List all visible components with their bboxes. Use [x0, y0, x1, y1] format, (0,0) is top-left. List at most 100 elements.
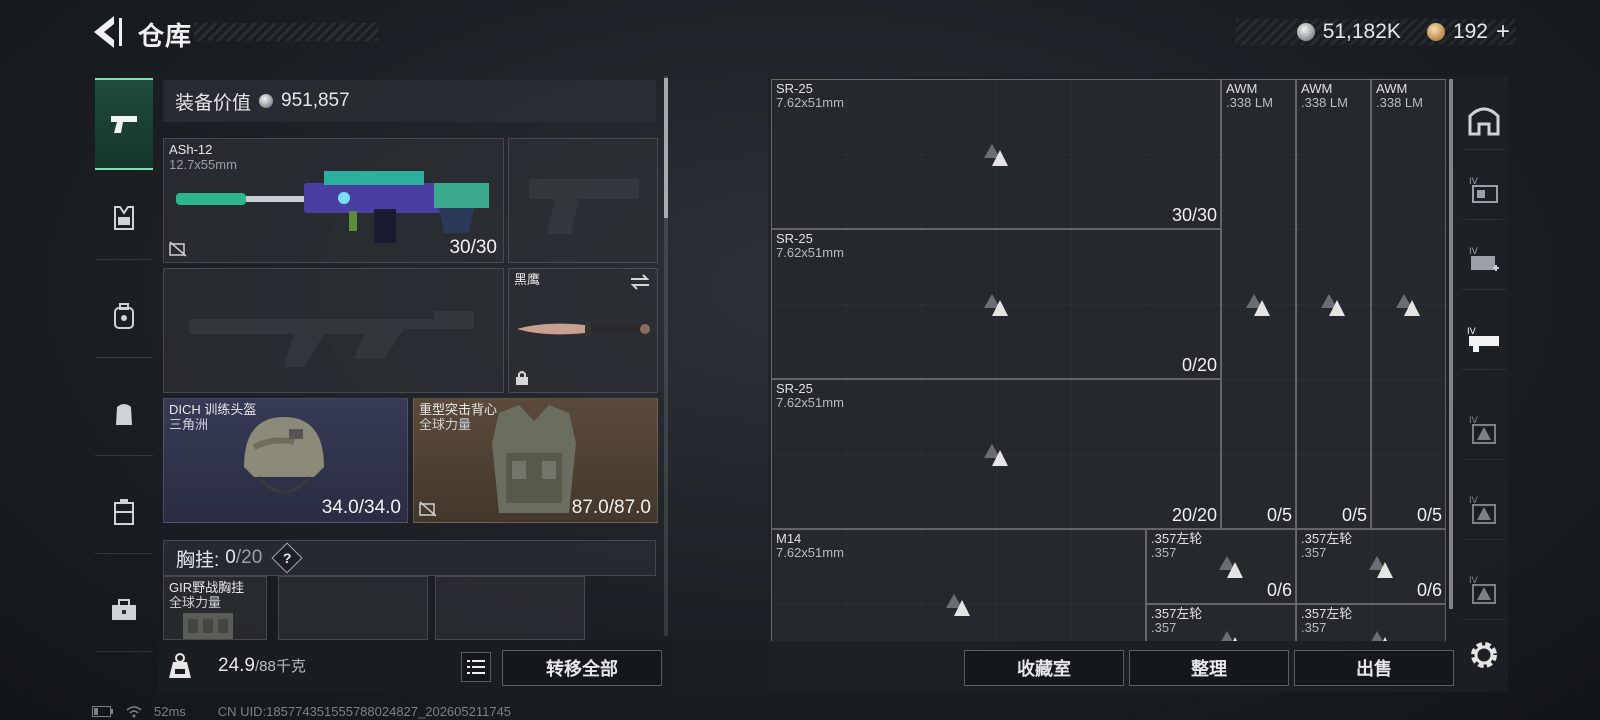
item-name: M14 — [776, 531, 802, 546]
rig-current: 0 — [225, 547, 236, 568]
loadout-scrollbar-thumb[interactable] — [664, 78, 668, 218]
silver-coin-icon — [1296, 23, 1315, 41]
pistol-icon — [111, 116, 137, 133]
gold-coin-icon — [1426, 23, 1445, 41]
storage-tab-4[interactable]: IV — [1462, 400, 1506, 460]
storage-item[interactable]: .357左轮 .357 — [1146, 604, 1296, 641]
ammo-icon — [946, 594, 970, 616]
ammo-icon — [1219, 556, 1243, 578]
ammo-icon — [1221, 631, 1237, 641]
rig-empty-slot[interactable] — [435, 576, 585, 640]
back-arrow-icon[interactable] — [90, 14, 124, 50]
no-insurance-icon — [419, 501, 437, 517]
swap-icon[interactable] — [629, 273, 651, 291]
collection-room-button[interactable]: 收藏室 — [964, 650, 1124, 686]
category-tab-backpack[interactable] — [95, 274, 153, 358]
equipment-value-label: 装备价值 — [175, 92, 252, 114]
wifi-icon — [126, 705, 142, 717]
item-name: .357左轮 — [1301, 531, 1353, 546]
secondary-weapon-slot[interactable] — [163, 268, 504, 393]
rig-empty-slot[interactable] — [278, 576, 428, 640]
item-caliber: .357 — [1151, 620, 1177, 635]
primary-weapon-slot[interactable]: ASh-12 12.7x55mm 30/30 — [163, 138, 504, 263]
list-view-button[interactable] — [461, 652, 491, 682]
sell-button[interactable]: 出售 — [1294, 650, 1454, 686]
transfer-all-button[interactable]: 转移全部 — [502, 650, 662, 686]
item-name: AWM — [1226, 81, 1258, 96]
item-count: 30/30 — [1171, 205, 1217, 225]
item-caliber: 7.62x51mm — [776, 95, 844, 110]
equipment-value-bar: 装备价值 951,857 — [163, 80, 656, 122]
add-currency-button[interactable]: + — [1496, 18, 1510, 46]
storage-tab-home[interactable] — [1462, 90, 1506, 150]
help-icon: ? — [283, 550, 292, 566]
lock-icon — [516, 371, 528, 385]
rig-help-button[interactable]: ? — [271, 542, 303, 574]
helmet-slot[interactable]: DICH 训练头盔 三角洲 34.0/34.0 — [163, 398, 408, 523]
category-tab-chest-rig[interactable] — [95, 176, 153, 260]
status-line: 52ms CN UID:1857743515557880248​27_20260… — [92, 704, 511, 719]
ammo-icon — [1371, 631, 1387, 641]
item-caliber: .338 LM — [1301, 95, 1348, 110]
ammo-icon — [1321, 294, 1345, 316]
gear-icon[interactable] — [1466, 637, 1502, 673]
rig-item-slot[interactable]: GIR野战胸挂 全球力量 — [163, 576, 267, 640]
safe-house-icon — [1468, 107, 1500, 135]
storage-tab-1[interactable]: IV — [1462, 160, 1506, 220]
svg-text:IV: IV — [1467, 327, 1477, 337]
item-caliber: .357 — [1301, 545, 1327, 560]
silver-coin-icon — [259, 94, 274, 108]
category-tab-armor-case[interactable] — [95, 470, 153, 554]
silver-balance: 51,182K — [1322, 20, 1401, 43]
black-hawk-knife-icon — [517, 322, 650, 336]
ammo-crate-icon: IV — [1469, 496, 1496, 524]
item-count: 0/6 — [1416, 580, 1442, 600]
storage-item[interactable]: M14 7.62x51mm — [771, 529, 1146, 641]
storage-tab-5[interactable]: IV — [1462, 480, 1506, 540]
storage-item[interactable]: .357左轮 .357 0/6 — [1296, 529, 1446, 604]
pouch-icon — [116, 403, 132, 425]
storage-tab-3-active[interactable]: IV — [1462, 310, 1506, 370]
item-count: 0/5 — [1341, 505, 1367, 525]
helmet-durability: 34.0/34.0 — [321, 497, 401, 518]
rig-item-name: GIR野战胸挂 — [169, 580, 245, 595]
medical-crate-icon: IV — [1469, 247, 1499, 271]
category-tab-toolbox[interactable] — [95, 568, 153, 652]
storage-item[interactable]: AWM .338 LM 0/5 — [1371, 79, 1446, 529]
chest-rig-icon — [114, 205, 134, 230]
item-count: 0/6 — [1266, 580, 1292, 600]
melee-slot[interactable]: 黑鹰 — [508, 268, 658, 393]
item-count: 0/20 — [1181, 355, 1217, 375]
storage-scrollbar[interactable] — [1449, 79, 1453, 609]
storage-item[interactable]: AWM .338 LM 0/5 — [1221, 79, 1296, 529]
storage-grid: SR-25 7.62x51mm 30/30 SR-25 7.62x51mm 0/… — [771, 79, 1446, 641]
weight-icon — [169, 653, 191, 678]
armor-case-icon — [114, 498, 134, 525]
item-count: 20/20 — [1171, 505, 1217, 525]
item-caliber: .338 LM — [1376, 95, 1423, 110]
pistol-slot[interactable] — [508, 138, 658, 263]
storage-item[interactable]: SR-25 7.62x51mm 30/30 — [771, 79, 1221, 229]
storage-tab-6[interactable]: IV — [1462, 560, 1506, 620]
storage-item[interactable]: .357左轮 .357 0/6 — [1146, 529, 1296, 604]
storage-item[interactable]: AWM .338 LM 0/5 — [1296, 79, 1371, 529]
item-name: SR-25 — [776, 81, 813, 96]
rifle-silhouette-icon — [189, 311, 474, 367]
storage-item[interactable]: .357左轮 .357 — [1296, 604, 1446, 641]
vest-slot[interactable]: 重型突击背心 全球力量 87.0/87.0 — [413, 398, 658, 523]
list-icon — [467, 660, 485, 674]
storage-item[interactable]: SR-25 7.62x51mm 0/20 — [771, 229, 1221, 379]
storage-crate-icon: IV — [1469, 177, 1498, 203]
item-caliber: .357 — [1151, 545, 1177, 560]
sort-button[interactable]: 整理 — [1129, 650, 1289, 686]
category-tab-weapons[interactable] — [95, 78, 153, 170]
item-caliber: 7.62x51mm — [776, 545, 844, 560]
primary-weapon-ammo: 30/30 — [449, 237, 497, 258]
storage-item[interactable]: SR-25 7.62x51mm 20/20 — [771, 379, 1221, 529]
ammo-icon — [1246, 294, 1270, 316]
item-name: AWM — [1301, 81, 1333, 96]
category-tab-pouch[interactable] — [95, 372, 153, 456]
weight-current: 24.9 — [218, 655, 255, 676]
storage-tab-2[interactable]: IV — [1462, 230, 1506, 290]
equipment-value: 951,857 — [281, 90, 350, 111]
